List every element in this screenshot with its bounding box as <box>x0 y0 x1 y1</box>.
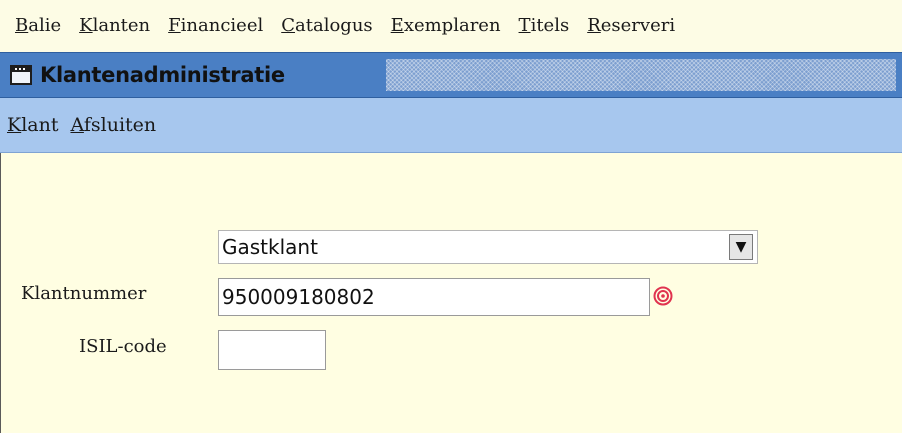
customer-type-select[interactable]: Gastklant ▼ <box>218 230 758 264</box>
menu-reserveringen[interactable]: Reserveri <box>587 17 675 35</box>
window-menubar: Klant Afsluiten <box>0 98 902 153</box>
isil-label: ISIL-code <box>79 336 167 357</box>
klantnummer-input[interactable]: 950009180802 <box>218 278 650 316</box>
window-title: Klantenadministratie <box>40 63 285 87</box>
app-menubar: Balie Klanten Financieel Catalogus Exemp… <box>0 0 902 52</box>
menu-financieel[interactable]: Financieel <box>168 17 263 35</box>
customer-type-value: Gastklant <box>222 235 318 259</box>
menu-afsluiten[interactable]: Afsluiten <box>70 115 156 135</box>
form-panel: Gastklant ▼ Klantnummer 950009180802 ISI… <box>0 153 902 433</box>
menu-exemplaren[interactable]: Exemplaren <box>391 17 501 35</box>
menu-balie[interactable]: Balie <box>15 17 61 35</box>
isil-input[interactable] <box>218 330 326 370</box>
menu-klanten[interactable]: Klanten <box>79 17 150 35</box>
window-titlebar[interactable]: Klantenadministratie <box>0 52 902 98</box>
window-icon <box>10 65 32 85</box>
klantnummer-label: Klantnummer <box>21 283 147 304</box>
titlebar-drag-area[interactable] <box>386 59 896 91</box>
menu-klant[interactable]: Klant <box>7 115 58 135</box>
menu-catalogus[interactable]: Catalogus <box>281 17 372 35</box>
menu-titels[interactable]: Titels <box>519 17 570 35</box>
chevron-down-icon[interactable]: ▼ <box>729 234 753 260</box>
required-target-icon <box>653 286 673 306</box>
